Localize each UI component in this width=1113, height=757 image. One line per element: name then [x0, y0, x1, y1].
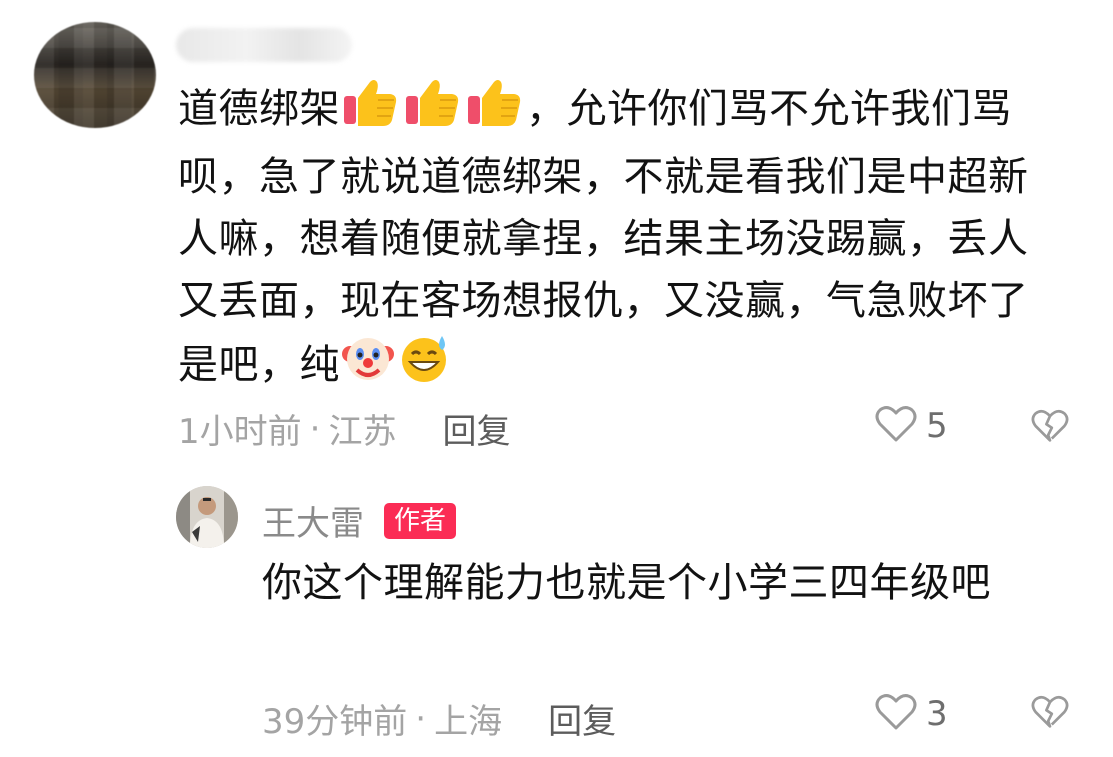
- meta-separator: ·: [309, 408, 321, 449]
- reply-like-button[interactable]: 3: [874, 692, 948, 736]
- reply-username[interactable]: 王大雷: [262, 496, 364, 545]
- reply-reply-button[interactable]: 回复: [548, 694, 616, 743]
- commenter-avatar[interactable]: [34, 22, 156, 128]
- comment-location: 江苏: [328, 412, 397, 452]
- broken-heart-icon[interactable]: [1030, 694, 1070, 734]
- author-badge: 作者: [384, 502, 457, 539]
- reply-header: 王大雷 作者: [262, 496, 457, 545]
- reply-time: 39分钟前: [262, 702, 408, 742]
- thumbs-up-icon: [466, 78, 524, 146]
- grinning-sweat-face-icon: [398, 332, 452, 402]
- like-button[interactable]: 5: [874, 404, 948, 448]
- avatar-mosaic-blur: [34, 22, 156, 128]
- heart-outline-icon: [874, 692, 918, 736]
- comment-text-part-1: 道德绑架: [178, 86, 340, 132]
- reply-author-avatar[interactable]: [176, 486, 238, 548]
- reply-body: 你这个理解能力也就是个小学三四年级吧: [262, 560, 991, 606]
- comment-time: 1小时前: [178, 412, 302, 452]
- reply-like-count: 3: [926, 694, 948, 734]
- comment-meta: 1小时前 · 江苏 回复: [178, 404, 510, 453]
- like-count: 5: [926, 406, 948, 446]
- clown-face-icon: [342, 332, 394, 402]
- reply-meta: 39分钟前 · 上海 回复: [262, 694, 616, 743]
- heart-outline-icon: [874, 404, 918, 448]
- thumbs-up-icon: [404, 78, 462, 146]
- thumbs-up-icon: [342, 78, 400, 146]
- meta-separator: ·: [415, 698, 427, 739]
- broken-heart-icon[interactable]: [1030, 408, 1070, 448]
- reply-location: 上海: [434, 702, 503, 742]
- commenter-username-blurred[interactable]: [176, 28, 352, 62]
- reply-button[interactable]: 回复: [442, 404, 510, 453]
- comment-body: 道德绑架 ，允许你们骂不允许我们骂呗，急了就说道德绑架，不就是看我们是中超新人嘛…: [178, 78, 1058, 402]
